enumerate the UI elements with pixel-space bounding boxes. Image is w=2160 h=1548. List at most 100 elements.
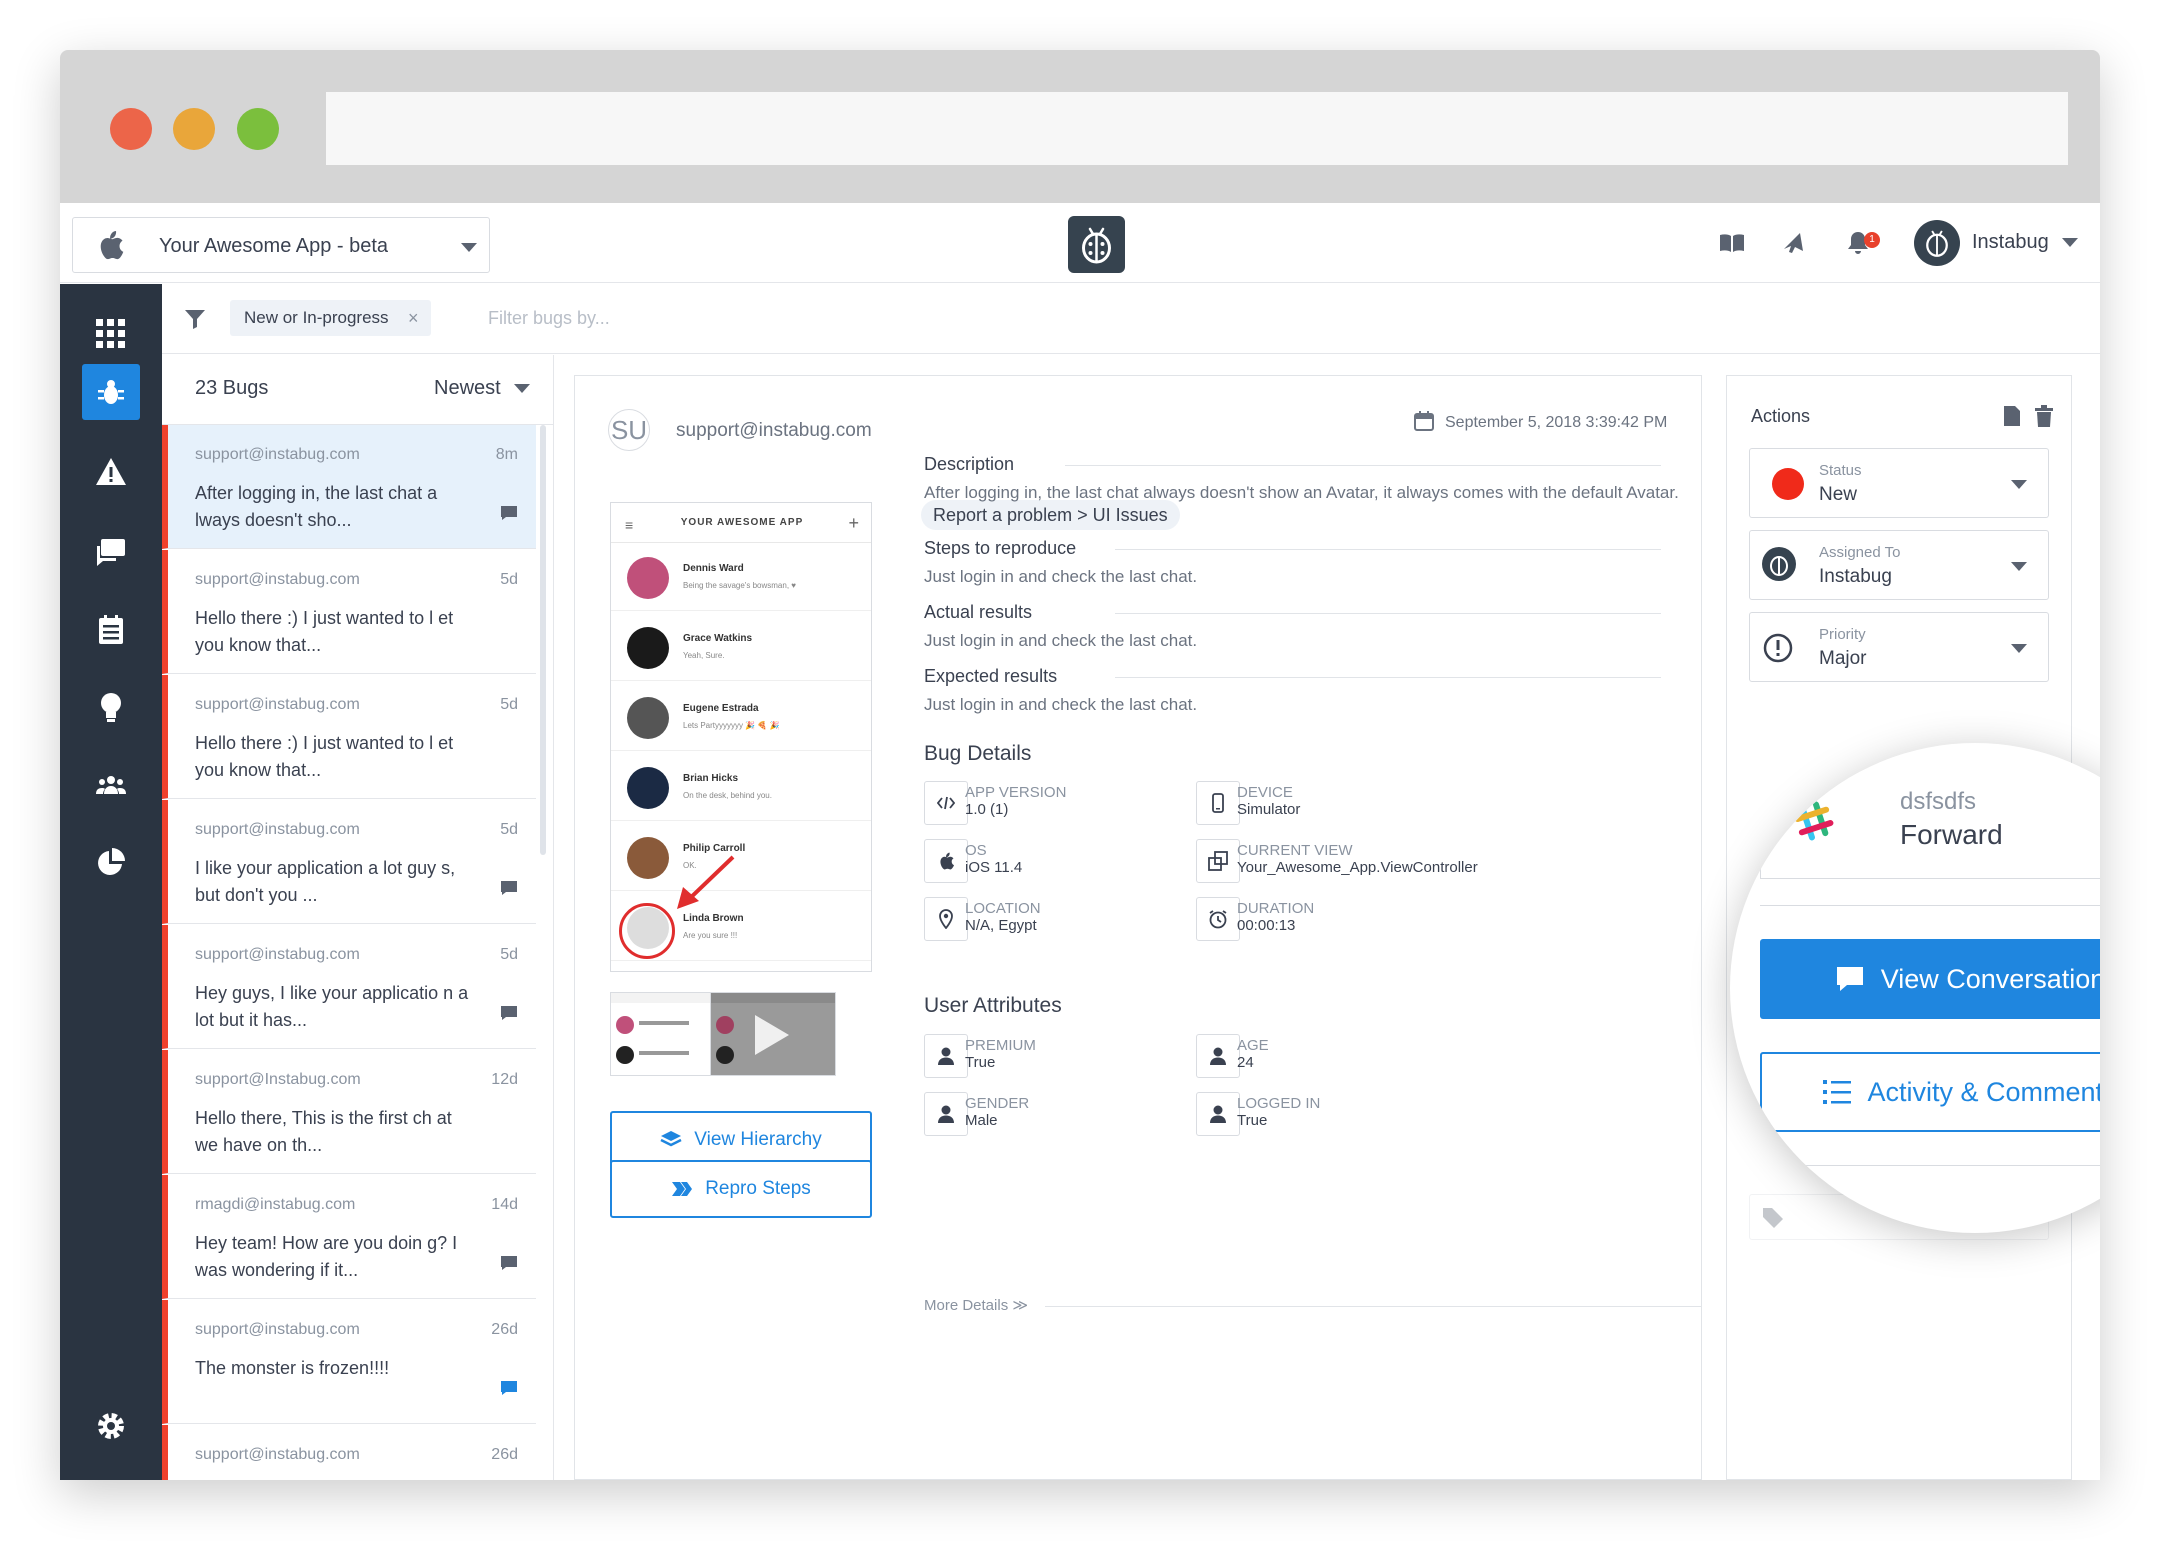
document-icon[interactable] xyxy=(2003,405,2021,427)
chevron-down-icon[interactable] xyxy=(2062,238,2078,247)
contact-avatar xyxy=(627,767,669,809)
section-text: Just login in and check the last chat. xyxy=(924,695,1198,714)
activity-comments-button[interactable]: Activity & Comments xyxy=(1760,1052,2100,1132)
sidebar-item-feature-requests[interactable] xyxy=(82,680,140,736)
sort-dropdown[interactable]: Newest xyxy=(434,377,501,400)
filter-input[interactable]: Filter bugs by... xyxy=(488,308,610,329)
sidebar-item-apps[interactable] xyxy=(82,306,140,362)
repro-steps-button[interactable]: Repro Steps xyxy=(610,1160,872,1218)
warning-icon xyxy=(96,458,126,485)
screenshot-app-title: YOUR AWESOME APP xyxy=(680,517,804,528)
bug-list-item[interactable]: support@Instabug.com 12d Hello there, Th… xyxy=(162,1050,536,1174)
ladybug-icon xyxy=(1926,230,1948,257)
bug-time: 8m xyxy=(495,446,518,463)
screenshot-contact-row: Grace Watkins Yeah, Sure. xyxy=(611,613,871,681)
sidebar-item-analytics[interactable] xyxy=(82,834,140,890)
bug-list-item[interactable]: support@instabug.com 5d Hello there :) I… xyxy=(162,675,536,799)
priority-value: Major xyxy=(1819,648,1867,669)
reporter-avatar: SU xyxy=(608,409,650,451)
filter-chip[interactable]: New or In-progress × xyxy=(230,300,431,336)
view-hierarchy-label: View Hierarchy xyxy=(694,1129,822,1150)
bug-reporter-email: support@instabug.com xyxy=(195,571,360,588)
apple-icon xyxy=(924,839,968,883)
scrollbar[interactable] xyxy=(540,425,546,855)
bug-list-item[interactable]: support@instabug.com 5d Hello there :) I… xyxy=(162,550,536,674)
bug-list: 23 Bugs Newest support@instabug.com 8m A… xyxy=(162,355,554,1480)
divider xyxy=(1045,1306,1701,1307)
assignee-dropdown[interactable]: Assigned To Instabug xyxy=(1749,530,2049,600)
person-icon xyxy=(1196,1034,1240,1078)
close-icon[interactable]: × xyxy=(408,300,419,336)
address-bar[interactable] xyxy=(326,92,2068,165)
filter-bar: New or In-progress × Filter bugs by... xyxy=(162,284,2100,354)
close-window-button[interactable] xyxy=(110,108,152,150)
book-icon[interactable] xyxy=(1718,229,1746,257)
filter-icon[interactable] xyxy=(184,308,206,330)
view-conversation-button[interactable]: View Conversation xyxy=(1760,939,2100,1019)
trash-icon[interactable] xyxy=(2035,405,2053,427)
filter-chip-label: New or In-progress xyxy=(244,308,389,327)
instabug-logo[interactable] xyxy=(1068,216,1125,273)
bug-list-item[interactable]: support@instabug.com 26d The monster is … xyxy=(162,1300,536,1424)
minimize-window-button[interactable] xyxy=(173,108,215,150)
bug-detail-card: SU support@instabug.com September 5, 201… xyxy=(574,375,1702,1480)
chevron-down-icon[interactable] xyxy=(514,384,530,393)
video-thumbnail[interactable] xyxy=(710,992,836,1076)
attached-screenshot[interactable]: ≡ YOUR AWESOME APP + Dennis Ward Being t… xyxy=(610,502,872,972)
user-name[interactable]: Instabug xyxy=(1972,231,2049,254)
detail-value: Simulator xyxy=(1237,801,1301,818)
play-icon[interactable] xyxy=(755,1015,789,1055)
chat-bubble-icon xyxy=(501,881,517,895)
bug-reporter-email: support@instabug.com xyxy=(195,1321,360,1338)
slack-icon xyxy=(1794,801,1834,841)
section-text: Just login in and check the last chat. xyxy=(924,631,1198,650)
chat-icon xyxy=(97,539,125,566)
detail-label: DURATION xyxy=(1237,900,1315,917)
status-value: New xyxy=(1819,484,1858,505)
maximize-window-button[interactable] xyxy=(237,108,279,150)
checklist-icon xyxy=(99,615,123,644)
sidebar-item-users[interactable] xyxy=(82,756,140,812)
browser-window: Your Awesome App - beta 1 Instabug New o… xyxy=(60,50,2100,1480)
bug-summary: After logging in, the last chat a lways … xyxy=(195,483,438,530)
ladybug-icon xyxy=(1082,227,1111,264)
sidebar-item-crashes[interactable] xyxy=(82,444,140,500)
user-avatar[interactable] xyxy=(1914,220,1960,266)
contact-message: Lets Partyyyyyyy 🎉 🍕 🎉 xyxy=(683,721,780,730)
sidebar-item-surveys[interactable] xyxy=(82,602,140,658)
chevron-down-icon xyxy=(2011,480,2027,489)
status-dropdown[interactable]: Status New xyxy=(1749,448,2049,518)
chat-bubble-icon xyxy=(1836,967,1863,991)
contact-name: Grace Watkins xyxy=(683,633,753,644)
detail-label: OS xyxy=(965,842,987,859)
status-indicator xyxy=(1772,468,1804,500)
more-details-link[interactable]: More Details ≫ xyxy=(924,1296,1028,1314)
forward-label[interactable]: Forward xyxy=(1900,819,2003,851)
sidebar-item-settings[interactable] xyxy=(82,1398,140,1454)
bug-time: 14d xyxy=(491,1196,518,1213)
location-icon xyxy=(924,897,968,941)
bug-time: 12d xyxy=(491,1071,518,1088)
bug-list-item[interactable]: rmagdi@instabug.com 14d Hey team! How ar… xyxy=(162,1175,536,1299)
app-selector[interactable]: Your Awesome App - beta xyxy=(72,217,490,273)
priority-dropdown[interactable]: Priority Major xyxy=(1749,612,2049,682)
steps-icon xyxy=(672,1182,693,1196)
annotation-circle xyxy=(619,903,675,959)
bug-list-item[interactable]: support@instabug.com 5d Hey guys, I like… xyxy=(162,925,536,1049)
section-title: Expected results xyxy=(924,666,1058,686)
bug-list-item[interactable]: support@instabug.com 5d I like your appl… xyxy=(162,800,536,924)
reporter-email[interactable]: support@instabug.com xyxy=(676,420,872,442)
bug-time: 26d xyxy=(491,1446,518,1463)
person-icon xyxy=(924,1092,968,1136)
detail-value: 00:00:13 xyxy=(1237,917,1296,934)
sidebar-item-bugs[interactable] xyxy=(82,364,140,420)
assigned-value: Instabug xyxy=(1819,566,1892,587)
bug-list-item[interactable]: support@instabug.com 8m After logging in… xyxy=(162,425,536,549)
bug-count: 23 Bugs xyxy=(195,377,269,399)
phone-icon xyxy=(1196,781,1240,825)
bug-list-item[interactable]: support@instabug.com 26d xyxy=(162,1425,536,1480)
megaphone-icon[interactable] xyxy=(1780,229,1808,257)
sidebar-item-chats[interactable] xyxy=(82,524,140,580)
gear-icon xyxy=(98,1413,124,1439)
bug-reporter-email: support@instabug.com xyxy=(195,946,360,963)
